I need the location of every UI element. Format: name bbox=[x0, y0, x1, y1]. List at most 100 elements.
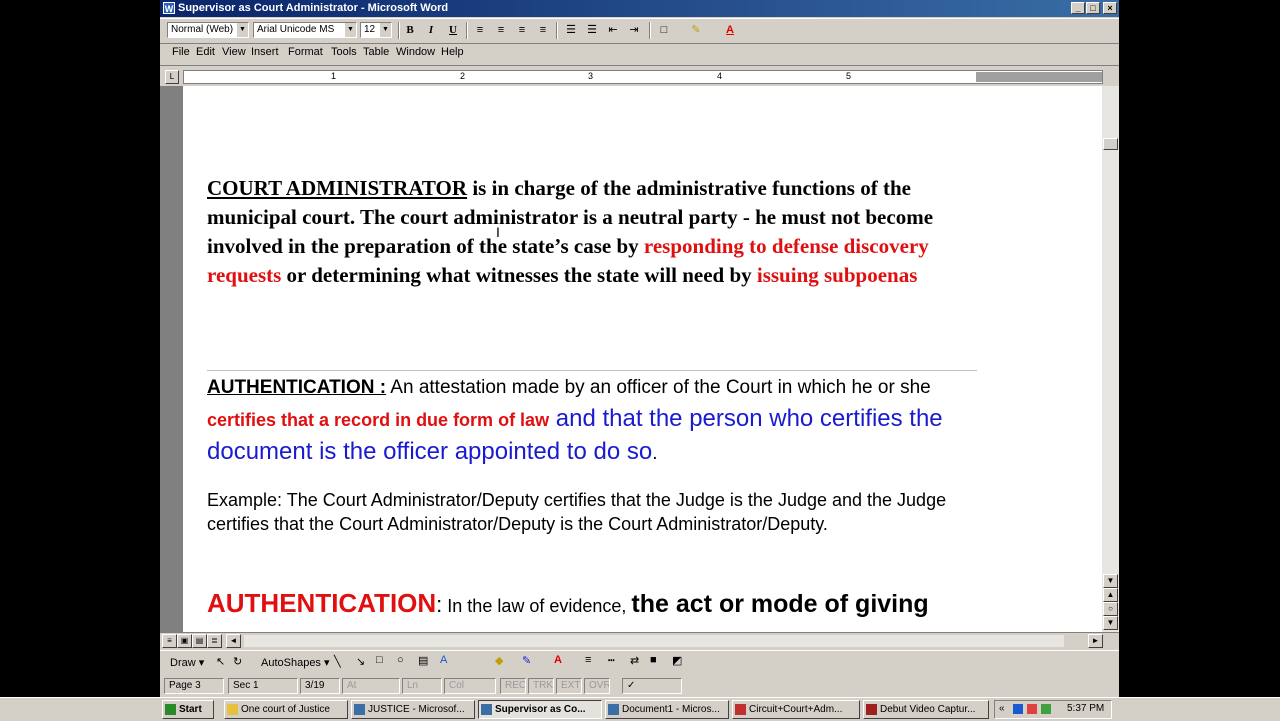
security-icon[interactable] bbox=[1027, 704, 1037, 714]
line-color-icon[interactable]: ✎ bbox=[522, 654, 531, 667]
draw-menu-button[interactable]: Draw ▾ bbox=[170, 656, 204, 669]
task-label: JUSTICE - Microsof... bbox=[368, 704, 465, 715]
vertical-scrollbar[interactable]: ▼ ▲ ○ ▼ bbox=[1102, 86, 1119, 632]
bullets-icon[interactable]: ☰ bbox=[583, 22, 601, 39]
rectangle-icon[interactable]: □ bbox=[376, 654, 383, 666]
oval-icon[interactable]: ○ bbox=[397, 654, 404, 666]
bold-button[interactable]: B bbox=[401, 22, 419, 39]
menu-tools[interactable]: Tools bbox=[331, 46, 357, 58]
minimize-button[interactable]: _ bbox=[1071, 2, 1085, 14]
justify-icon[interactable]: ≡ bbox=[534, 22, 552, 39]
document-area[interactable]: COURT ADMINISTRATOR is in charge of the … bbox=[160, 86, 1102, 632]
fill-color-icon[interactable]: ◆ bbox=[495, 654, 503, 667]
start-button[interactable]: Start bbox=[162, 700, 214, 719]
maximize-button[interactable]: □ bbox=[1086, 2, 1100, 14]
font-color-icon[interactable]: A bbox=[721, 22, 739, 39]
print-layout-icon[interactable]: ▤ bbox=[192, 634, 207, 648]
next-page-icon[interactable]: ▼ bbox=[1103, 616, 1118, 630]
3d-icon[interactable]: ◩ bbox=[672, 654, 682, 667]
scroll-track[interactable] bbox=[244, 635, 1064, 647]
folder-icon bbox=[227, 704, 238, 715]
menu-view[interactable]: View bbox=[222, 46, 246, 58]
ruler-number: 5 bbox=[846, 71, 852, 81]
decrease-indent-icon[interactable]: ⇤ bbox=[604, 22, 622, 39]
line-style-icon[interactable]: ≡ bbox=[585, 654, 591, 666]
draw-font-color-icon[interactable]: A bbox=[554, 654, 562, 666]
select-objects-icon[interactable]: ↖ bbox=[216, 655, 225, 668]
taskbar-button[interactable]: Circuit+Court+Adm... bbox=[732, 700, 860, 719]
document-page[interactable]: COURT ADMINISTRATOR is in charge of the … bbox=[183, 86, 1102, 632]
tray-expand-icon[interactable]: « bbox=[999, 703, 1005, 714]
italic-button[interactable]: I bbox=[422, 22, 440, 39]
word-doc-icon bbox=[354, 704, 365, 715]
status-ovr[interactable]: OVR bbox=[584, 678, 610, 694]
highlight-icon[interactable]: ✎ bbox=[687, 22, 705, 39]
status-rec[interactable]: REC bbox=[500, 678, 526, 694]
numbering-icon[interactable]: ☰ bbox=[562, 22, 580, 39]
word-app-icon: W bbox=[163, 2, 175, 14]
text-cursor-icon: I bbox=[496, 224, 500, 240]
word-doc-icon bbox=[608, 704, 619, 715]
underline-button[interactable]: U bbox=[444, 22, 462, 39]
paragraph-text: In the law of evidence, bbox=[442, 596, 632, 616]
scroll-thumb[interactable] bbox=[1103, 138, 1118, 150]
menu-file[interactable]: File bbox=[172, 46, 190, 58]
prev-page-icon[interactable]: ▲ bbox=[1103, 588, 1118, 602]
style-dropdown[interactable]: Normal (Web) ▼ bbox=[167, 22, 249, 38]
taskbar-button-active[interactable]: Supervisor as Co... bbox=[478, 700, 602, 719]
font-dropdown[interactable]: Arial Unicode MS ▼ bbox=[253, 22, 357, 38]
font-size-dropdown[interactable]: 12 ▼ bbox=[360, 22, 392, 38]
menu-insert[interactable]: Insert bbox=[251, 46, 279, 58]
wordart-icon[interactable]: A bbox=[440, 654, 447, 666]
tab-selector-icon[interactable]: L bbox=[165, 70, 179, 84]
outline-view-icon[interactable]: ≣ bbox=[207, 634, 222, 648]
network-icon[interactable] bbox=[1013, 704, 1023, 714]
status-ext[interactable]: EXT bbox=[556, 678, 582, 694]
taskbar-button[interactable]: Document1 - Micros... bbox=[605, 700, 729, 719]
arrow-style-icon[interactable]: ⇄ bbox=[630, 654, 639, 667]
taskbar-button[interactable]: JUSTICE - Microsof... bbox=[351, 700, 475, 719]
rotate-icon[interactable]: ↻ bbox=[233, 655, 242, 668]
title-bar[interactable]: W Supervisor as Court Administrator - Mi… bbox=[160, 0, 1119, 17]
align-center-icon[interactable]: ≡ bbox=[492, 22, 510, 39]
arrow-icon[interactable]: ↘ bbox=[356, 655, 365, 668]
paragraph-text: An attestation made by an officer of the… bbox=[386, 377, 931, 398]
menu-help[interactable]: Help bbox=[441, 46, 464, 58]
autoshapes-menu-button[interactable]: AutoShapes ▾ bbox=[261, 656, 330, 669]
paragraph-authentication: AUTHENTICATION : An attestation made by … bbox=[207, 372, 972, 469]
taskbar-button[interactable]: One court of Justice bbox=[224, 700, 348, 719]
align-left-icon[interactable]: ≡ bbox=[471, 22, 489, 39]
menu-format[interactable]: Format bbox=[288, 46, 323, 58]
horizontal-scrollbar[interactable]: ≡ ▣ ▤ ≣ ◄ ► bbox=[160, 632, 1119, 649]
increase-indent-icon[interactable]: ⇥ bbox=[625, 22, 643, 39]
align-right-icon[interactable]: ≡ bbox=[513, 22, 531, 39]
scroll-right-icon[interactable]: ► bbox=[1088, 634, 1103, 648]
clock[interactable]: 5:37 PM bbox=[1067, 703, 1104, 714]
task-label: Document1 - Micros... bbox=[622, 704, 720, 715]
menu-edit[interactable]: Edit bbox=[196, 46, 215, 58]
web-layout-icon[interactable]: ▣ bbox=[177, 634, 192, 648]
paragraph-text: or determining what witnesses the state … bbox=[281, 263, 757, 287]
task-label: Supervisor as Co... bbox=[495, 704, 586, 715]
scroll-left-icon[interactable]: ◄ bbox=[226, 634, 241, 648]
line-icon[interactable]: ╲ bbox=[334, 655, 341, 668]
chevron-down-icon: ▼ bbox=[380, 23, 391, 37]
normal-view-icon[interactable]: ≡ bbox=[162, 634, 177, 648]
status-trk[interactable]: TRK bbox=[528, 678, 554, 694]
spelling-status-icon[interactable]: ✓ bbox=[622, 678, 682, 694]
select-browse-icon[interactable]: ○ bbox=[1103, 602, 1118, 616]
menu-table[interactable]: Table bbox=[363, 46, 389, 58]
word-window: W Supervisor as Court Administrator - Mi… bbox=[160, 0, 1119, 720]
border-icon[interactable]: □ bbox=[655, 22, 673, 39]
close-button[interactable]: × bbox=[1103, 2, 1117, 14]
ruler-number: 4 bbox=[717, 71, 723, 81]
shadow-icon[interactable]: ■ bbox=[650, 654, 657, 666]
style-value: Normal (Web) bbox=[171, 24, 234, 35]
dash-style-icon[interactable]: ┅ bbox=[608, 654, 615, 667]
menu-window[interactable]: Window bbox=[396, 46, 435, 58]
horizontal-ruler[interactable]: 1 2 3 4 5 bbox=[183, 70, 1103, 84]
scroll-down-icon[interactable]: ▼ bbox=[1103, 574, 1118, 588]
text-box-icon[interactable]: ▤ bbox=[418, 654, 428, 667]
volume-icon[interactable] bbox=[1041, 704, 1051, 714]
taskbar-button[interactable]: Debut Video Captur... bbox=[863, 700, 989, 719]
